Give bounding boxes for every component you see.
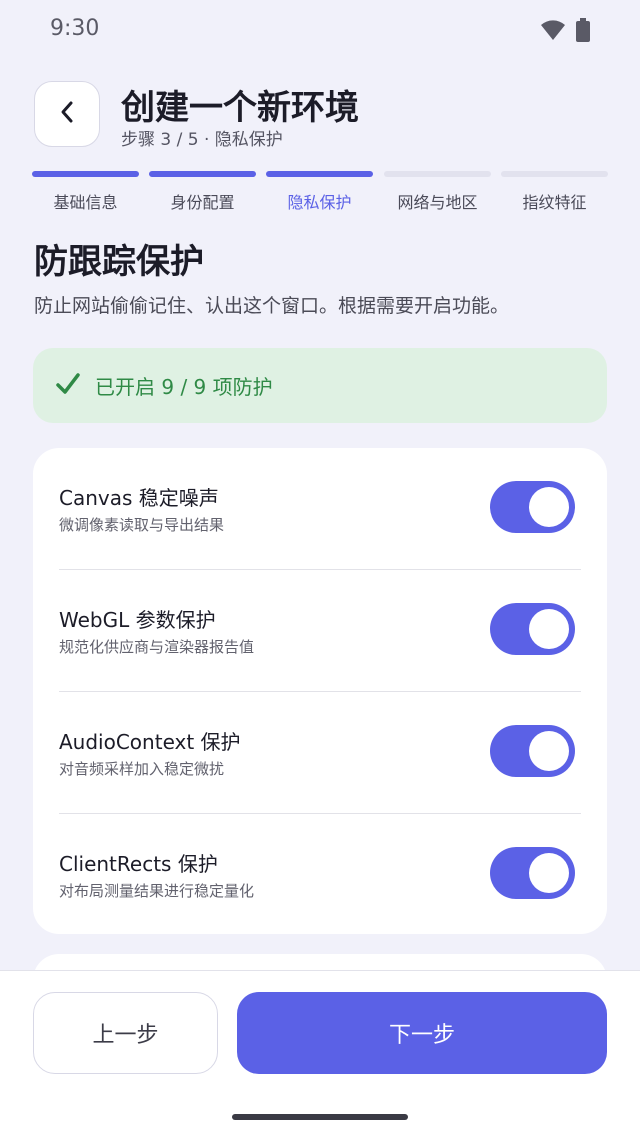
- step-progress-bar: [384, 171, 491, 177]
- step-basic-info[interactable]: 基础信息: [32, 171, 139, 213]
- page-title: 创建一个新环境: [121, 88, 359, 128]
- status-time: 9:30: [50, 16, 100, 41]
- step-progress-bar: [501, 171, 608, 177]
- clientrects-toggle[interactable]: [490, 847, 575, 899]
- protection-title: WebGL 参数保护: [59, 608, 216, 632]
- step-identity-config[interactable]: 身份配置: [149, 171, 256, 213]
- step-label: 指纹特征: [522, 193, 587, 212]
- chevron-left-icon: [59, 100, 75, 128]
- protection-subtitle: 规范化供应商与渲染器报告值: [59, 638, 255, 656]
- protection-title: Canvas 稳定噪声: [59, 486, 219, 510]
- protection-row-audiocontext[interactable]: AudioContext 保护 对音频采样加入稳定微扰: [59, 692, 581, 814]
- status-bar: 9:30: [0, 0, 640, 60]
- toggle-knob: [529, 609, 569, 649]
- home-indicator[interactable]: [232, 1114, 408, 1120]
- protection-status-banner: 已开启 9 / 9 项防护: [33, 348, 607, 423]
- step-fingerprint[interactable]: 指纹特征: [501, 171, 608, 213]
- toggle-knob: [529, 487, 569, 527]
- protection-card: Canvas 稳定噪声 微调像素读取与导出结果 WebGL 参数保护 规范化供应…: [33, 448, 607, 934]
- step-label: 隐私保护: [287, 193, 352, 212]
- toggle-knob: [529, 731, 569, 771]
- section-description: 防止网站偷偷记住、认出这个窗口。根据需要开启功能。: [34, 295, 510, 317]
- page-subtitle: 步骤 3 / 5 · 隐私保护: [121, 130, 283, 150]
- protection-subtitle: 对布局测量结果进行稳定量化: [59, 882, 255, 900]
- toggle-knob: [529, 853, 569, 893]
- back-button[interactable]: [34, 81, 100, 147]
- step-progress-bar: [149, 171, 256, 177]
- next-step-button[interactable]: 下一步: [237, 992, 607, 1074]
- previous-step-button[interactable]: 上一步: [33, 992, 218, 1074]
- protection-title: AudioContext 保护: [59, 730, 241, 754]
- protection-row-webgl[interactable]: WebGL 参数保护 规范化供应商与渲染器报告值: [59, 570, 581, 692]
- protection-subtitle: 对音频采样加入稳定微扰: [59, 760, 225, 778]
- protection-row-clientrects[interactable]: ClientRects 保护 对布局测量结果进行稳定量化: [59, 814, 581, 936]
- checkmark-icon: [55, 371, 81, 401]
- section-title: 防跟踪保护: [34, 242, 204, 282]
- step-label: 身份配置: [170, 193, 235, 212]
- step-label: 网络与地区: [397, 193, 478, 212]
- step-network-region[interactable]: 网络与地区: [384, 171, 491, 213]
- canvas-toggle[interactable]: [490, 481, 575, 533]
- step-label: 基础信息: [53, 193, 118, 212]
- status-icons: [540, 18, 590, 46]
- protection-row-canvas[interactable]: Canvas 稳定噪声 微调像素读取与导出结果: [59, 448, 581, 570]
- audiocontext-toggle[interactable]: [490, 725, 575, 777]
- wifi-icon: [540, 19, 566, 45]
- bottom-action-bar: 上一步 下一步: [0, 970, 640, 1138]
- step-progress-bar: [32, 171, 139, 177]
- webgl-toggle[interactable]: [490, 603, 575, 655]
- battery-icon: [576, 18, 590, 46]
- banner-text: 已开启 9 / 9 项防护: [95, 375, 273, 399]
- step-progress-bar: [266, 171, 373, 177]
- protection-subtitle: 微调像素读取与导出结果: [59, 516, 225, 534]
- step-privacy[interactable]: 隐私保护: [266, 171, 373, 213]
- protection-title: ClientRects 保护: [59, 852, 218, 876]
